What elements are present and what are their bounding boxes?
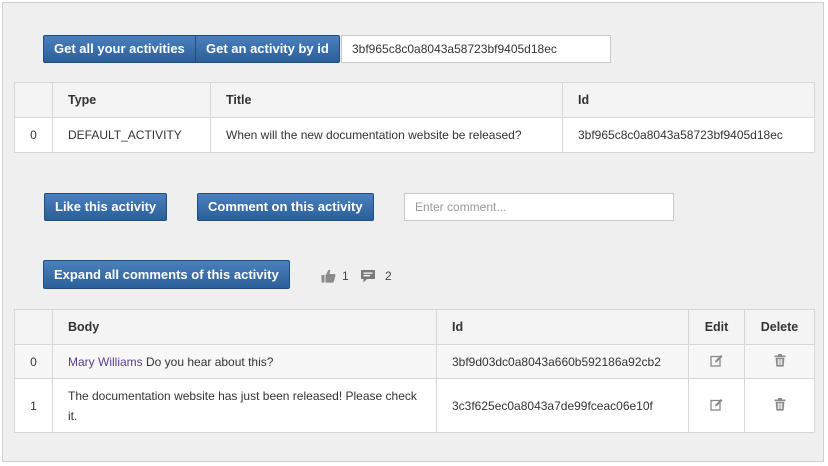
table-header-row: Body Id Edit Delete (14, 309, 815, 345)
activity-id-input[interactable] (341, 35, 611, 63)
row-index: 0 (14, 117, 53, 153)
activities-table: Type Title Id 0 DEFAULT_ACTIVITY When wi… (14, 82, 815, 153)
edit-icon[interactable] (710, 398, 723, 414)
comment-text: The documentation website has just been … (68, 388, 417, 423)
column-header-index (14, 82, 53, 118)
edit-cell (688, 344, 745, 379)
activity-type: DEFAULT_ACTIVITY (52, 117, 211, 153)
expand-comments-button[interactable]: Expand all comments of this activity (43, 260, 290, 289)
column-header-body: Body (52, 309, 437, 345)
edit-cell (688, 378, 745, 433)
column-header-type: Type (52, 82, 211, 118)
comment-activity-button[interactable]: Comment on this activity (197, 193, 374, 221)
edit-icon[interactable] (710, 354, 723, 370)
column-header-id: Id (436, 309, 689, 345)
likes-count: 1 (342, 269, 349, 283)
comments-table: Body Id Edit Delete 0 Mary Williams Do y… (14, 309, 815, 433)
column-header-delete: Delete (744, 309, 815, 345)
column-header-edit: Edit (688, 309, 745, 345)
thumbs-up-icon (321, 269, 336, 283)
comment-id: 3bf9d03dc0a8043a660b592186a92cb2 (436, 344, 689, 379)
comment-author-link[interactable]: Mary Williams (68, 355, 143, 369)
likes-counter: 1 (321, 266, 349, 286)
column-header-title: Title (210, 82, 563, 118)
row-index: 1 (14, 378, 53, 433)
comment-body: Mary Williams Do you hear about this? (52, 344, 437, 379)
get-activity-by-id-button[interactable]: Get an activity by id (195, 35, 340, 63)
comments-count: 2 (385, 269, 392, 283)
activity-panel: Get all your activities Get an activity … (2, 2, 824, 462)
comment-text: Do you hear about this? (142, 354, 274, 369)
comment-id: 3c3f625ec0a8043a7de99fceac06e10f (436, 378, 689, 433)
like-activity-button[interactable]: Like this activity (44, 193, 168, 221)
column-header-index (14, 309, 53, 345)
trash-icon[interactable] (774, 397, 786, 414)
table-row[interactable]: 0 DEFAULT_ACTIVITY When will the new doc… (14, 117, 815, 153)
activity-id: 3bf965c8c0a8043a58723bf9405d18ec (562, 117, 815, 153)
comment-body: The documentation website has just been … (52, 378, 437, 433)
table-header-row: Type Title Id (14, 82, 815, 118)
table-row[interactable]: 1 The documentation website has just bee… (14, 378, 815, 433)
column-header-id: Id (562, 82, 815, 118)
trash-icon[interactable] (774, 353, 786, 370)
get-all-activities-button[interactable]: Get all your activities (43, 35, 196, 63)
comment-input[interactable] (404, 193, 674, 221)
row-index: 0 (14, 344, 53, 379)
activity-title: When will the new documentation website … (210, 117, 563, 153)
comments-counter: 2 (360, 266, 392, 286)
table-row[interactable]: 0 Mary Williams Do you hear about this? … (14, 344, 815, 379)
speech-bubble-icon (360, 269, 376, 283)
delete-cell (744, 378, 815, 433)
delete-cell (744, 344, 815, 379)
